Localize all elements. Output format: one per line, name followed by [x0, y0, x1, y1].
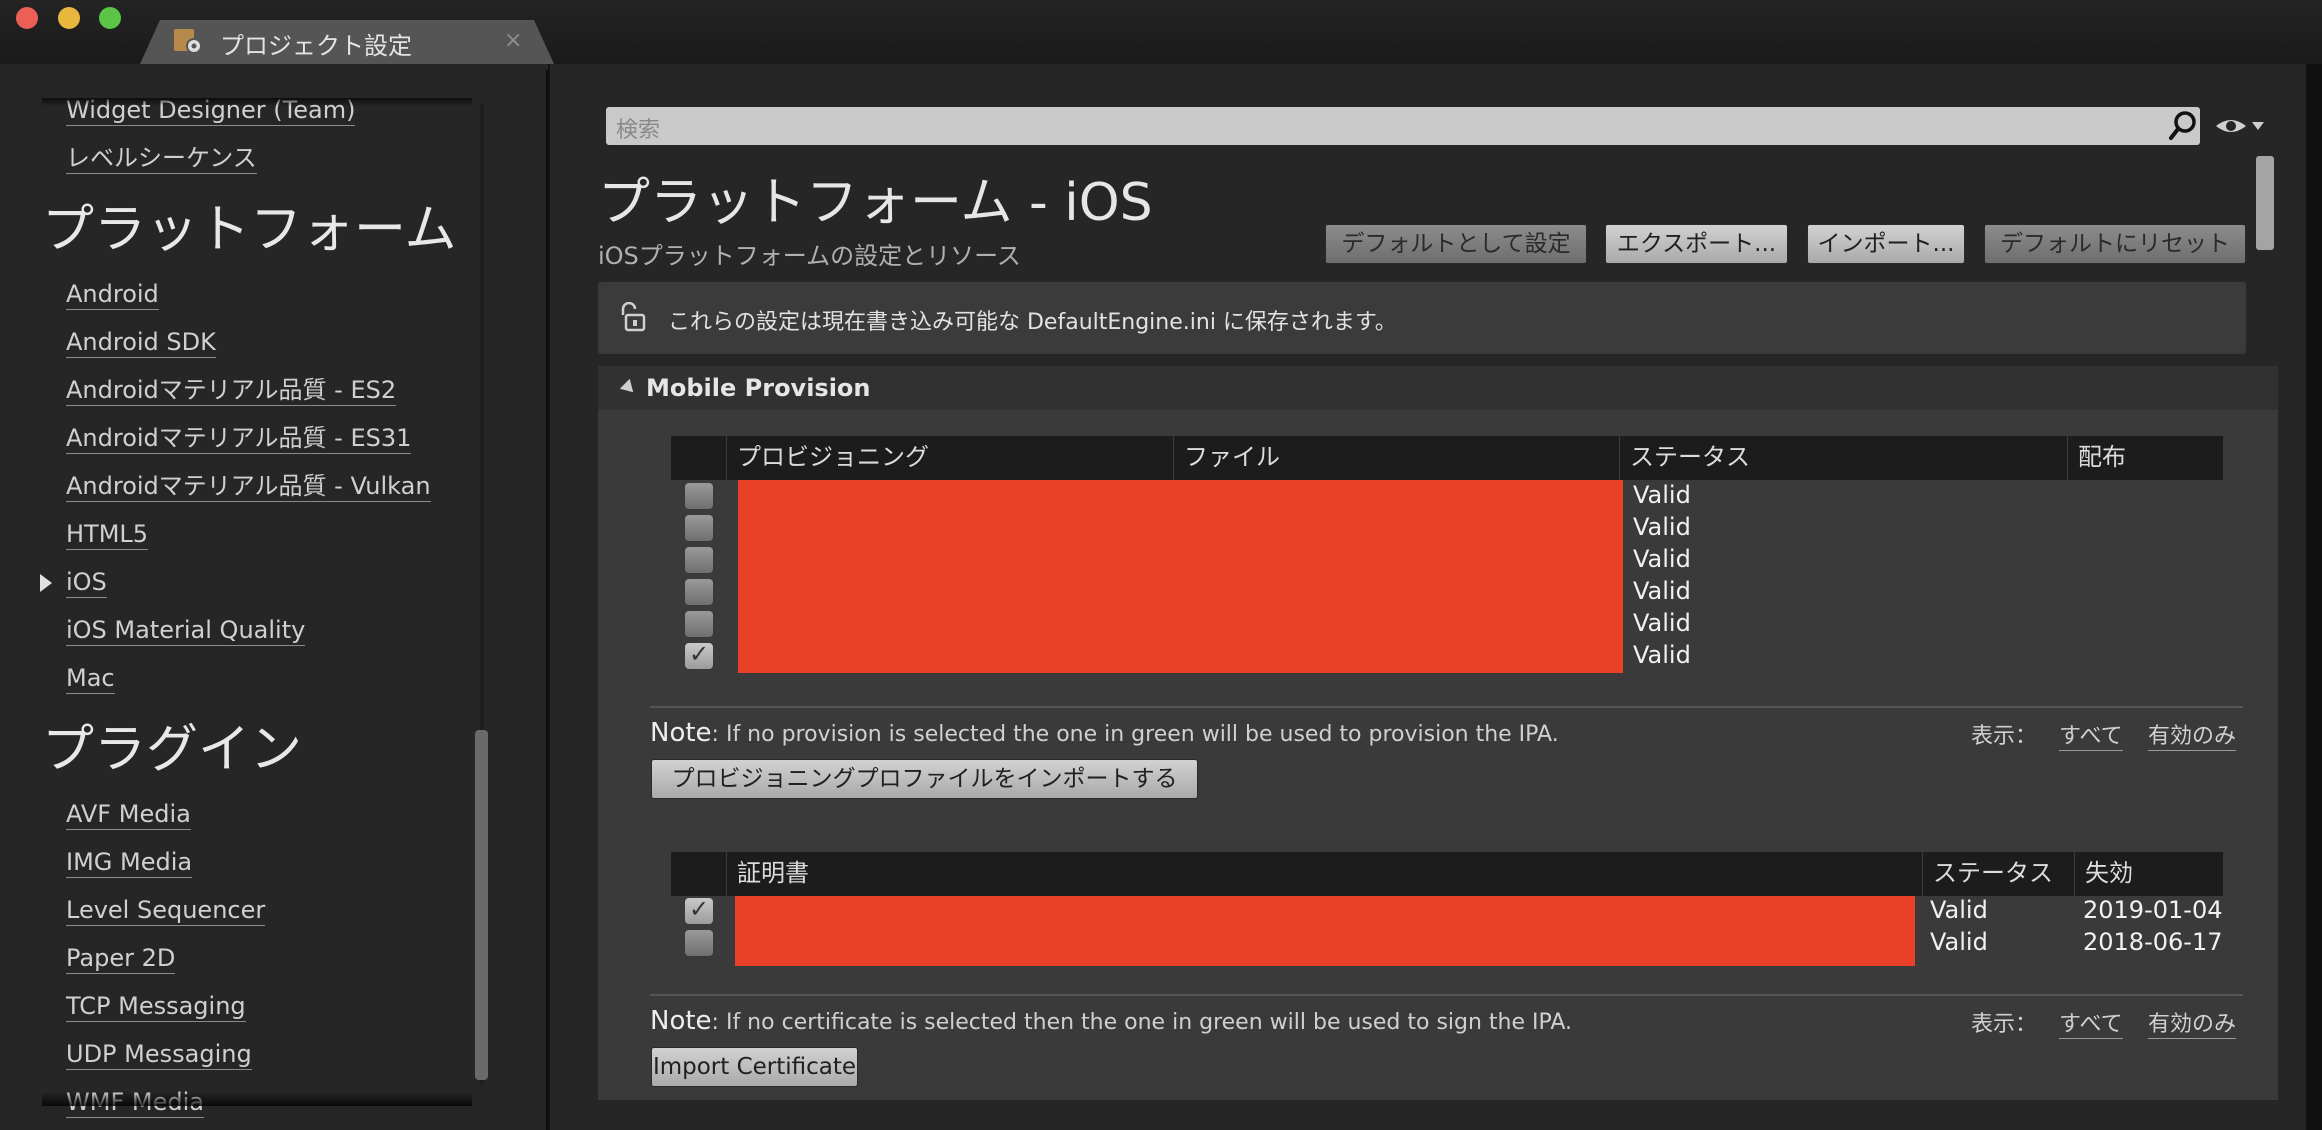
provision-row-checkbox[interactable]: [685, 547, 713, 573]
sidebar-item-ios[interactable]: iOS: [66, 567, 107, 598]
config-file-info-bar: これらの設定は現在書き込み可能な DefaultEngine.ini に保存され…: [598, 282, 2246, 354]
mobile-provision-section: Mobile Provision プロビジョニング ファイル ステータス 配布 …: [598, 366, 2278, 1100]
sidebar-item-udp-messaging[interactable]: UDP Messaging: [66, 1039, 252, 1070]
provision-table-header: プロビジョニング ファイル ステータス 配布: [671, 436, 2223, 480]
settings-gear-icon: [174, 29, 202, 54]
certificate-table-header: 証明書 ステータス 失効: [671, 852, 2223, 896]
provision-filter-all-link[interactable]: すべて: [2059, 718, 2123, 751]
import-certificate-button[interactable]: Import Certificate: [651, 1047, 858, 1087]
sidebar-item-level-sequence[interactable]: レベルシーケンス: [66, 143, 257, 174]
provision-note: Note: If no provision is selected the on…: [650, 718, 1559, 748]
selected-arrow-icon: [40, 574, 52, 592]
mobile-provision-header[interactable]: Mobile Provision: [598, 366, 2278, 410]
window-maximize-button[interactable]: [99, 7, 121, 29]
divider: [650, 994, 2243, 996]
tab-close-icon[interactable]: ×: [504, 28, 522, 53]
column-header-file[interactable]: ファイル: [1173, 436, 1619, 480]
page-title: プラットフォーム - iOS: [598, 173, 1153, 233]
provision-filter-label: 表示：: [1971, 724, 2038, 749]
divider: [650, 706, 2243, 708]
config-file-info-text: これらの設定は現在書き込み可能な DefaultEngine.ini に保存され…: [668, 310, 1397, 335]
certificate-filter-valid-link[interactable]: 有効のみ: [2148, 1006, 2237, 1039]
provision-status-cell: Valid: [1633, 481, 1691, 509]
column-header-certificate[interactable]: 証明書: [726, 852, 1922, 896]
sidebar-item-android[interactable]: Android: [66, 279, 159, 310]
sidebar-item-html5[interactable]: HTML5: [66, 519, 149, 550]
collapse-arrow-icon[interactable]: [619, 378, 639, 398]
column-header-status[interactable]: ステータス: [1619, 436, 2067, 480]
certificate-status-cell: Valid: [1930, 896, 1988, 924]
import-button[interactable]: インポート...: [1807, 224, 1965, 264]
provision-row-checkbox-checked[interactable]: [685, 640, 713, 669]
certificate-expiry-cell: 2019-01-04: [2083, 896, 2223, 924]
provision-status-cell: Valid: [1633, 545, 1691, 573]
provision-row-checkbox[interactable]: [685, 515, 713, 541]
provision-status-cell: Valid: [1633, 513, 1691, 541]
tab-project-settings[interactable]: プロジェクト設定 ×: [140, 20, 554, 64]
column-header-provisioning[interactable]: プロビジョニング: [726, 436, 1173, 480]
unlock-icon: [621, 302, 646, 332]
reset-to-default-button[interactable]: デフォルトにリセット: [1984, 224, 2246, 264]
sidebar-fade-bottom: [42, 1092, 472, 1106]
provision-status-cell: Valid: [1633, 577, 1691, 605]
redacted-certificate-info: [735, 896, 1915, 966]
certificate-note: Note: If no certificate is selected then…: [650, 1006, 1573, 1036]
certificate-expiry-cell: 2018-06-17: [2083, 928, 2223, 956]
sidebar-item-android-quality-es31[interactable]: Androidマテリアル品質 - ES31: [66, 423, 412, 454]
page-subtitle: iOSプラットフォームの設定とリソース: [598, 242, 1021, 270]
certificate-row-checkbox-checked[interactable]: [685, 895, 713, 924]
tab-title: プロジェクト設定: [220, 32, 412, 60]
sidebar-item-android-sdk[interactable]: Android SDK: [66, 327, 216, 358]
certificate-row-checkbox[interactable]: [685, 930, 713, 956]
window-right-edge: [2306, 64, 2322, 1130]
search-icon[interactable]: [2168, 110, 2198, 142]
sidebar-item-avf-media[interactable]: AVF Media: [66, 799, 191, 830]
sidebar-heading-plugins: プラグイン: [42, 720, 303, 780]
sidebar-item-level-sequencer[interactable]: Level Sequencer: [66, 895, 266, 926]
window-close-button[interactable]: [16, 7, 38, 29]
provision-row-checkbox[interactable]: [685, 611, 713, 637]
search-field[interactable]: 検索: [606, 107, 2200, 145]
sidebar-item-android-quality-es2[interactable]: Androidマテリアル品質 - ES2: [66, 375, 397, 406]
search-placeholder: 検索: [616, 118, 661, 143]
details-scrollbar-thumb[interactable]: [2256, 156, 2274, 250]
redacted-provision-info: [738, 480, 1623, 673]
sidebar-item-paper-2d[interactable]: Paper 2D: [66, 943, 176, 974]
column-header-cert-status[interactable]: ステータス: [1922, 852, 2074, 896]
sidebar-item-mac[interactable]: Mac: [66, 663, 115, 694]
column-header-distribution[interactable]: 配布: [2067, 436, 2223, 480]
sidebar-heading-platforms: プラットフォーム: [42, 200, 457, 260]
sidebar-splitter[interactable]: [546, 70, 549, 1130]
sidebar-item-android-quality-vulkan[interactable]: Androidマテリアル品質 - Vulkan: [66, 471, 431, 502]
column-header-expires[interactable]: 失効: [2074, 852, 2223, 896]
section-title: Mobile Provision: [646, 374, 871, 402]
sidebar-item-ios-material-quality[interactable]: iOS Material Quality: [66, 615, 306, 646]
title-bar: プロジェクト設定 ×: [0, 0, 2322, 64]
sidebar-fade-top: [42, 98, 472, 106]
certificate-filter-all-link[interactable]: すべて: [2059, 1006, 2123, 1039]
provision-status-cell: Valid: [1633, 609, 1691, 637]
set-as-default-button[interactable]: デフォルトとして設定: [1325, 224, 1587, 264]
certificate-filter-label: 表示：: [1971, 1012, 2038, 1037]
import-provision-profile-button[interactable]: プロビジョニングプロファイルをインポートする: [651, 759, 1198, 799]
provision-row-checkbox[interactable]: [685, 483, 713, 509]
window-minimize-button[interactable]: [58, 7, 80, 29]
sidebar-item-tcp-messaging[interactable]: TCP Messaging: [66, 991, 246, 1022]
view-options-eye-icon[interactable]: [2214, 113, 2266, 139]
provision-filter-valid-link[interactable]: 有効のみ: [2148, 718, 2237, 751]
certificate-status-cell: Valid: [1930, 928, 1988, 956]
sidebar-scrollbar-thumb[interactable]: [475, 730, 488, 1080]
provision-row-checkbox[interactable]: [685, 579, 713, 605]
provision-status-cell: Valid: [1633, 641, 1691, 669]
sidebar-item-img-media[interactable]: IMG Media: [66, 847, 193, 878]
export-button[interactable]: エクスポート...: [1605, 224, 1788, 264]
